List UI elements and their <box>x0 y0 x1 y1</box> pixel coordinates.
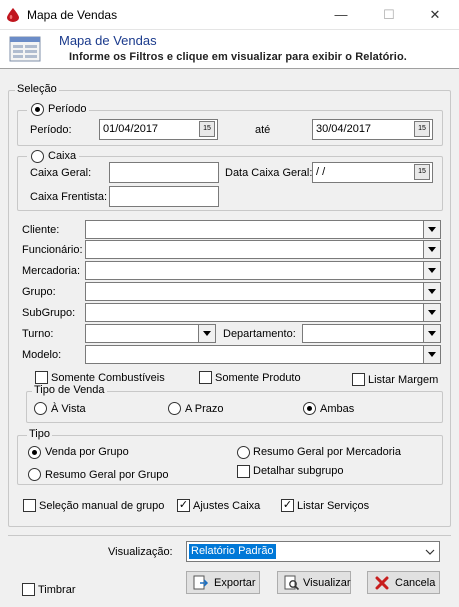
periodo-start-value: 01/04/2017 <box>103 123 159 135</box>
visualizacao-value: Relatório Padrão <box>189 544 276 559</box>
maximize-button[interactable]: ☐ <box>379 5 399 25</box>
ambas-label[interactable]: Ambas <box>320 403 354 415</box>
periodo-end-value: 30/04/2017 <box>316 123 372 135</box>
visualizar-label: Visualizar <box>303 577 351 589</box>
detalhar-subgrupo-label[interactable]: Detalhar subgrupo <box>253 465 344 477</box>
grupo-label: Grupo: <box>22 286 56 298</box>
listar-margem-label[interactable]: Listar Margem <box>368 374 438 386</box>
resumo-geral-grupo-label[interactable]: Resumo Geral por Grupo <box>45 469 169 481</box>
turno-label: Turno: <box>22 328 54 340</box>
chevron-down-icon[interactable] <box>425 548 435 556</box>
periodo-field-label: Período: <box>30 124 72 136</box>
tipo-venda-label: Tipo de Venda <box>32 384 107 396</box>
app-drop-icon <box>7 8 19 22</box>
chevron-down-icon[interactable] <box>198 325 215 342</box>
resumo-geral-mercadoria-radio[interactable] <box>237 446 250 459</box>
a-prazo-label[interactable]: A Prazo <box>185 403 224 415</box>
chevron-down-icon[interactable] <box>423 262 440 279</box>
modelo-label: Modelo: <box>22 349 62 361</box>
chevron-down-icon[interactable] <box>423 241 440 258</box>
listar-servicos-checkbox[interactable]: ✓ <box>281 499 294 512</box>
modelo-select[interactable] <box>85 345 441 364</box>
cliente-select[interactable] <box>85 220 441 239</box>
red-x-icon <box>375 576 389 590</box>
export-icon <box>193 575 209 590</box>
ambas-radio[interactable] <box>303 402 316 415</box>
subgrupo-label: SubGrupo: <box>22 307 76 319</box>
cancelar-button[interactable]: Cancela <box>367 571 440 594</box>
minimize-button[interactable]: — <box>331 5 351 25</box>
header-subtitle: Informe os Filtros e clique em visualiza… <box>69 51 407 63</box>
tipo-label: Tipo <box>27 428 52 440</box>
a-prazo-radio[interactable] <box>168 402 181 415</box>
visualizar-button[interactable]: Visualizar <box>277 571 351 594</box>
cliente-label: Cliente: <box>22 224 60 236</box>
timbrar-label[interactable]: Timbrar <box>38 584 75 596</box>
timbrar-checkbox[interactable] <box>22 583 35 596</box>
periodo-radio[interactable] <box>31 103 44 116</box>
close-button[interactable]: ✕ <box>425 5 445 25</box>
somente-combustiveis-checkbox[interactable] <box>35 371 48 384</box>
caixa-frentista-input[interactable] <box>109 186 219 207</box>
caixa-geral-label: Caixa Geral: <box>30 167 92 179</box>
chevron-down-icon[interactable] <box>423 304 440 321</box>
caixa-radio[interactable] <box>31 150 44 163</box>
chevron-down-icon[interactable] <box>423 325 440 342</box>
visualizacao-label: Visualização: <box>108 546 173 558</box>
detalhar-subgrupo-checkbox[interactable] <box>237 465 250 478</box>
caixa-radio-wrap[interactable]: Caixa <box>27 148 79 163</box>
venda-por-grupo-label[interactable]: Venda por Grupo <box>45 446 129 458</box>
mercadoria-label: Mercadoria: <box>22 265 81 277</box>
data-caixa-geral-label: Data Caixa Geral: <box>225 167 313 179</box>
chevron-down-icon[interactable] <box>423 346 440 363</box>
somente-produto-checkbox[interactable] <box>199 371 212 384</box>
venda-por-grupo-radio[interactable] <box>28 446 41 459</box>
selecao-label: Seleção <box>15 83 59 95</box>
turno-select[interactable] <box>85 324 216 343</box>
chevron-down-icon[interactable] <box>423 283 440 300</box>
somente-combustiveis-label[interactable]: Somente Combustíveis <box>51 372 165 384</box>
header-panel: Mapa de Vendas Informe os Filtros e cliq… <box>0 30 459 69</box>
funcionario-select[interactable] <box>85 240 441 259</box>
periodo-radio-label: Período <box>48 103 87 115</box>
title-bar: Mapa de Vendas — ☐ ✕ <box>0 0 459 30</box>
calendar-start-icon[interactable]: 15 <box>199 121 215 137</box>
listar-servicos-label[interactable]: Listar Serviços <box>297 500 369 512</box>
report-window-icon <box>9 36 41 62</box>
exportar-label: Exportar <box>214 577 256 589</box>
a-vista-label[interactable]: À Vista <box>51 403 86 415</box>
chevron-down-icon[interactable] <box>423 221 440 238</box>
a-vista-radio[interactable] <box>34 402 47 415</box>
resumo-geral-mercadoria-label[interactable]: Resumo Geral por Mercadoria <box>253 446 401 458</box>
magnifier-icon <box>284 575 300 591</box>
visualizacao-select[interactable]: Relatório Padrão <box>186 541 440 562</box>
calendar-caixa-icon[interactable]: 15 <box>414 164 430 180</box>
selecao-manual-label[interactable]: Seleção manual de grupo <box>39 500 164 512</box>
window-title: Mapa de Vendas <box>27 8 118 22</box>
ajustes-caixa-label[interactable]: Ajustes Caixa <box>193 500 260 512</box>
subgrupo-select[interactable] <box>85 303 441 322</box>
grupo-select[interactable] <box>85 282 441 301</box>
departamento-label: Departamento: <box>223 328 296 340</box>
caixa-geral-input[interactable] <box>109 162 219 183</box>
cancelar-label: Cancela <box>395 577 436 589</box>
resumo-geral-grupo-radio[interactable] <box>28 468 41 481</box>
listar-margem-checkbox[interactable] <box>352 373 365 386</box>
caixa-radio-label: Caixa <box>48 150 77 162</box>
exportar-button[interactable]: Exportar <box>186 571 260 594</box>
departamento-select[interactable] <box>302 324 441 343</box>
funcionario-label: Funcionário: <box>22 244 83 256</box>
caixa-frentista-label: Caixa Frentista: <box>30 191 108 203</box>
ate-label: até <box>255 124 271 136</box>
calendar-end-icon[interactable]: 15 <box>414 121 430 137</box>
ajustes-caixa-checkbox[interactable]: ✓ <box>177 499 190 512</box>
data-caixa-geral-value: / / <box>316 166 326 178</box>
periodo-radio-wrap[interactable]: Período <box>27 102 89 117</box>
somente-produto-label[interactable]: Somente Produto <box>215 372 301 384</box>
selecao-manual-checkbox[interactable] <box>23 499 36 512</box>
mercadoria-select[interactable] <box>85 261 441 280</box>
header-title: Mapa de Vendas <box>59 33 157 48</box>
